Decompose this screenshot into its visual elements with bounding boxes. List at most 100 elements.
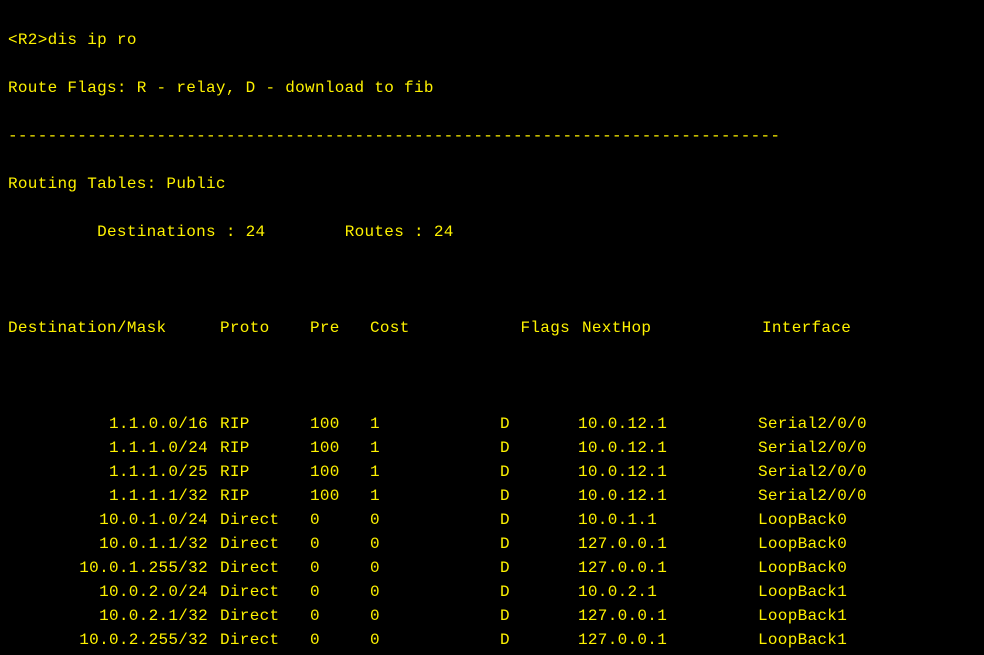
cell-dest: 1.1.0.0/16 [8,412,220,436]
cell-pre: 0 [310,628,370,652]
table-row: 10.0.2.255/32Direct00D127.0.0.1LoopBack1 [8,628,976,652]
terminal-output[interactable]: <R2>dis ip ro Route Flags: R - relay, D … [0,0,984,655]
cell-proto: Direct [220,580,310,604]
cell-flags: D [500,484,570,508]
blank-line [8,364,976,388]
cell-pre: 0 [310,508,370,532]
cell-dest: 1.1.1.1/32 [8,484,220,508]
cell-interface: LoopBack1 [758,604,958,628]
cell-interface: Serial2/0/0 [758,484,958,508]
cell-interface: Serial2/0/0 [758,412,958,436]
cell-nexthop: 10.0.12.1 [570,412,758,436]
cell-nexthop: 10.0.1.1 [570,508,758,532]
cell-dest: 10.0.1.1/32 [8,532,220,556]
command-line: <R2>dis ip ro [8,28,976,52]
header-nexthop: NextHop [574,316,762,340]
cell-cost: 0 [370,532,500,556]
cell-dest: 1.1.1.0/25 [8,460,220,484]
cell-flags: D [500,628,570,652]
cell-pre: 100 [310,436,370,460]
header-flags: Flags [500,316,574,340]
cell-cost: 0 [370,580,500,604]
cell-dest: 10.0.1.0/24 [8,508,220,532]
cell-pre: 0 [310,580,370,604]
table-row: 1.1.1.1/32RIP1001D10.0.12.1Serial2/0/0 [8,484,976,508]
cell-cost: 1 [370,436,500,460]
cell-interface: LoopBack1 [758,628,958,652]
table-row: 10.0.1.1/32Direct00D127.0.0.1LoopBack0 [8,532,976,556]
separator: ----------------------------------------… [8,124,976,148]
routes-count-value: 24 [434,223,454,241]
counts-line: Destinations : 24 Routes : 24 [8,220,976,244]
cell-interface: LoopBack1 [758,580,958,604]
cell-nexthop: 10.0.12.1 [570,460,758,484]
cell-dest: 10.0.2.255/32 [8,628,220,652]
table-row: 10.0.1.0/24Direct00D10.0.1.1LoopBack0 [8,508,976,532]
cell-dest: 10.0.2.1/32 [8,604,220,628]
prompt: <R2> [8,31,48,49]
cell-flags: D [500,556,570,580]
cell-nexthop: 10.0.2.1 [570,580,758,604]
cell-interface: LoopBack0 [758,532,958,556]
cell-pre: 100 [310,484,370,508]
cell-interface: Serial2/0/0 [758,436,958,460]
cell-pre: 0 [310,556,370,580]
cell-nexthop: 127.0.0.1 [570,556,758,580]
cell-proto: RIP [220,460,310,484]
cell-flags: D [500,532,570,556]
cell-dest: 1.1.1.0/24 [8,436,220,460]
cell-pre: 100 [310,412,370,436]
cell-proto: RIP [220,412,310,436]
cell-nexthop: 10.0.12.1 [570,484,758,508]
cell-interface: LoopBack0 [758,556,958,580]
flags-legend: Route Flags: R - relay, D - download to … [8,76,976,100]
table-row: 10.0.2.1/32Direct00D127.0.0.1LoopBack1 [8,604,976,628]
header-cost: Cost [370,316,500,340]
cell-cost: 0 [370,628,500,652]
cell-proto: Direct [220,508,310,532]
table-title: Routing Tables: Public [8,172,976,196]
table-row: 10.0.1.255/32Direct00D127.0.0.1LoopBack0 [8,556,976,580]
cell-proto: Direct [220,628,310,652]
cell-flags: D [500,460,570,484]
cell-cost: 0 [370,604,500,628]
cell-nexthop: 127.0.0.1 [570,604,758,628]
cell-proto: Direct [220,532,310,556]
routes-body: 1.1.0.0/16RIP1001D10.0.12.1Serial2/0/01.… [8,412,976,655]
cell-flags: D [500,604,570,628]
entered-command: dis ip ro [48,31,137,49]
cell-cost: 1 [370,484,500,508]
cell-cost: 0 [370,556,500,580]
cell-interface: Serial2/0/0 [758,460,958,484]
cell-proto: Direct [220,556,310,580]
cell-pre: 100 [310,460,370,484]
cell-nexthop: 127.0.0.1 [570,532,758,556]
routes-count-label: Routes : [345,223,424,241]
cell-interface: LoopBack0 [758,508,958,532]
table-row: 1.1.1.0/25RIP1001D10.0.12.1Serial2/0/0 [8,460,976,484]
cell-nexthop: 127.0.0.1 [570,628,758,652]
header-dest: Destination/Mask [8,316,220,340]
blank-line [8,268,976,292]
cell-proto: RIP [220,436,310,460]
cell-cost: 1 [370,412,500,436]
dest-count-value: 24 [246,223,266,241]
table-header-row: Destination/MaskProtoPreCostFlagsNextHop… [8,316,976,340]
cell-pre: 0 [310,604,370,628]
cell-flags: D [500,580,570,604]
cell-flags: D [500,508,570,532]
cell-cost: 1 [370,460,500,484]
cell-flags: D [500,436,570,460]
header-interface: Interface [762,316,962,340]
table-row: 10.0.2.0/24Direct00D10.0.2.1LoopBack1 [8,580,976,604]
cell-pre: 0 [310,532,370,556]
cell-proto: Direct [220,604,310,628]
dest-count-label: Destinations : [97,223,236,241]
table-row: 1.1.0.0/16RIP1001D10.0.12.1Serial2/0/0 [8,412,976,436]
table-row: 1.1.1.0/24RIP1001D10.0.12.1Serial2/0/0 [8,436,976,460]
cell-nexthop: 10.0.12.1 [570,436,758,460]
header-pre: Pre [310,316,370,340]
cell-flags: D [500,412,570,436]
cell-cost: 0 [370,508,500,532]
cell-proto: RIP [220,484,310,508]
